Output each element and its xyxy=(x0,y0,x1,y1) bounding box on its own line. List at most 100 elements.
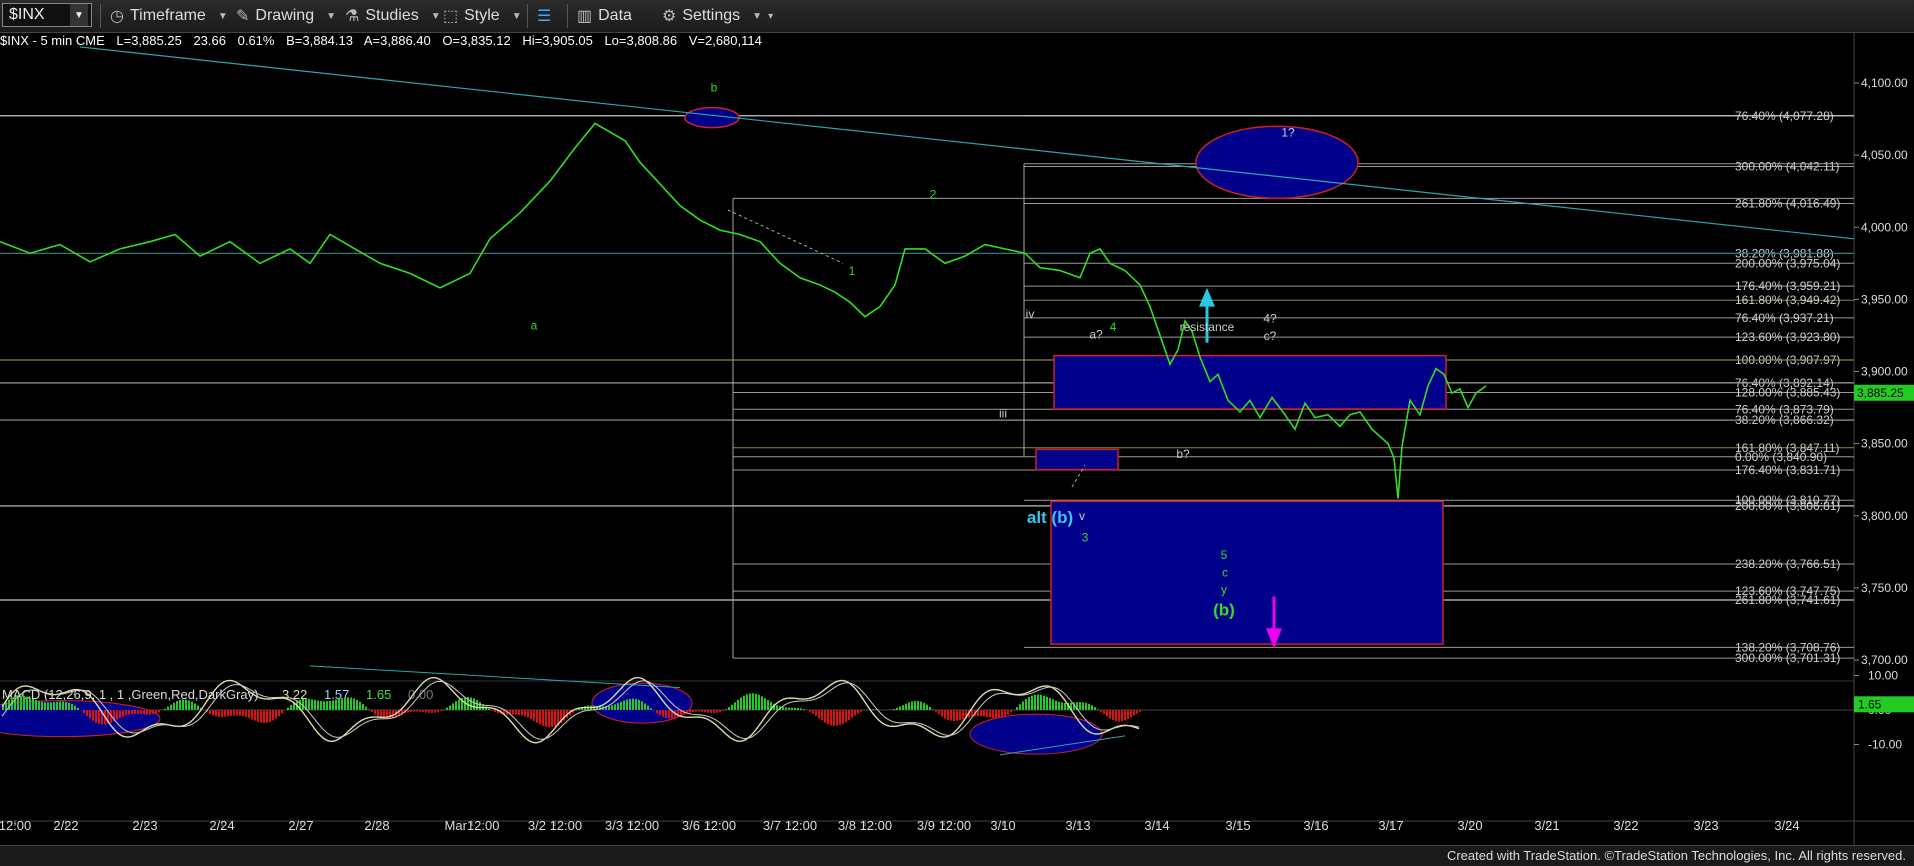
wave-label: b? xyxy=(1176,447,1190,461)
fib-level-label: 300.00% (3,701.31) xyxy=(1735,651,1840,665)
macd-histogram-bar xyxy=(128,710,130,715)
macd-histogram-bar xyxy=(242,710,244,717)
macd-histogram-bar xyxy=(812,710,814,714)
macd-histogram-bar xyxy=(218,710,220,717)
macd-histogram-bar xyxy=(905,703,907,710)
macd-histogram-bar xyxy=(1136,710,1138,714)
macd-histogram-bar xyxy=(983,710,985,717)
macd-histogram-bar xyxy=(146,710,148,715)
fib-level-label: 76.40% (3,937.21) xyxy=(1735,311,1834,325)
macd-histogram-bar xyxy=(1001,710,1003,718)
macd-histogram-bar xyxy=(29,697,31,710)
macd-histogram-bar xyxy=(1046,696,1048,710)
fib-level-label: 176.40% (3,831.71) xyxy=(1735,463,1840,477)
price-axis-label: 3,850.00 xyxy=(1861,437,1908,451)
macd-histogram-bar xyxy=(1079,702,1081,710)
macd-histogram-bar xyxy=(431,710,433,714)
macd-histogram-bar xyxy=(833,710,835,726)
macd-histogram-bar xyxy=(488,708,490,710)
gear-icon: ⚙ xyxy=(662,8,677,25)
macd-histogram-bar xyxy=(434,710,436,713)
macd-histogram-bar xyxy=(362,704,364,710)
style-icon: ⬚ xyxy=(443,8,459,25)
target-box-lower xyxy=(1050,500,1444,645)
macd-histogram-bar xyxy=(164,708,166,710)
macd-histogram-bar xyxy=(617,703,619,710)
chevron-down-icon[interactable]: ▼ xyxy=(70,4,88,26)
macd-histogram-bar xyxy=(98,710,100,724)
macd-histogram-bar xyxy=(1103,710,1105,715)
macd-histogram-bar xyxy=(278,710,280,717)
macd-histogram-bar xyxy=(245,710,247,718)
macd-current-label: 1.65 xyxy=(1858,697,1882,711)
macd-histogram-bar xyxy=(479,702,481,710)
studies-button[interactable]: ⚗ Studies ▼ xyxy=(345,4,441,28)
macd-histogram-bar xyxy=(494,710,496,713)
toolbar-divider xyxy=(100,4,101,28)
macd-histogram-bar xyxy=(473,698,475,710)
macd-histogram-bar xyxy=(173,702,175,710)
macd-axis-label: 10.00 xyxy=(1868,669,1898,683)
macd-histogram-bar xyxy=(608,705,610,710)
timeframe-button[interactable]: ◷ Timeframe ▼ xyxy=(110,4,228,28)
macd-histogram-bar xyxy=(272,710,274,721)
settings-button[interactable]: ⚙ Settings ▼ ▾ xyxy=(662,4,773,28)
macd-histogram-bar xyxy=(1133,710,1135,716)
macd-histogram-bar xyxy=(548,710,550,728)
style-button[interactable]: ⬚ Style ▼ xyxy=(443,4,522,28)
macd-histogram-bar xyxy=(839,710,841,726)
macd-histogram-bar xyxy=(518,710,520,715)
toolbar-divider xyxy=(567,4,568,28)
macd-histogram-bar xyxy=(230,710,232,716)
macd-histogram-bar xyxy=(329,700,331,710)
macd-histogram-bar xyxy=(347,697,349,710)
macd-histogram-bar xyxy=(191,701,193,710)
macd-histogram-bar xyxy=(449,705,451,710)
macd-histogram-bar xyxy=(158,710,160,713)
macd-histogram-bar xyxy=(764,698,766,710)
time-axis-label: 3/6 12:00 xyxy=(682,818,736,833)
time-axis-label: 3/17 xyxy=(1378,818,1403,833)
time-axis-label: 3/23 xyxy=(1693,818,1718,833)
macd-histogram-bar xyxy=(233,710,235,716)
price-chart[interactable]: 76.40% (4,077.28)300.00% (4,042.11)261.8… xyxy=(0,33,1914,845)
chevron-down-icon: ▼ xyxy=(326,10,336,22)
macd-histogram-bar xyxy=(1010,710,1012,713)
macd-histogram-bar xyxy=(620,701,622,710)
macd-histogram-bar xyxy=(542,710,544,726)
wave-label: iii xyxy=(999,407,1007,421)
data-button[interactable]: ▥ Data xyxy=(577,4,632,28)
macd-histogram-bar xyxy=(428,710,430,713)
macd-histogram-bar xyxy=(533,710,535,721)
macd-histogram-bar xyxy=(908,702,910,710)
fib-level-label: 176.40% (3,959.21) xyxy=(1735,279,1840,293)
time-axis-label: 3/10 xyxy=(990,818,1015,833)
macd-histogram-bar xyxy=(947,710,949,720)
macd-histogram-bar xyxy=(623,700,625,710)
macd-histogram-bar xyxy=(1058,701,1060,710)
macd-histogram-bar xyxy=(797,707,799,710)
drawing-button[interactable]: ✎ Drawing ▼ xyxy=(236,4,336,28)
macd-histogram-bar xyxy=(287,707,289,710)
macd-histogram-bar xyxy=(89,710,91,719)
macd-histogram-bar xyxy=(938,710,940,715)
layout-button[interactable]: ☰ xyxy=(537,4,557,28)
macd-histogram-bar xyxy=(389,710,391,720)
macd-histogram-bar xyxy=(143,710,145,715)
macd-histogram-bar xyxy=(290,705,292,710)
macd-histogram-bar xyxy=(629,698,631,710)
macd-histogram-bar xyxy=(413,710,415,712)
symbol-input[interactable]: $INX ▼ xyxy=(2,3,92,27)
macd-histogram-bar xyxy=(263,710,265,723)
macd-histogram-bar xyxy=(41,701,43,710)
macd-histogram-bar xyxy=(851,710,853,718)
up-arrow-icon xyxy=(1199,287,1215,307)
price-axis-label: 3,700.00 xyxy=(1861,653,1908,667)
macd-histogram-bar xyxy=(1118,710,1120,722)
macd-histogram-bar xyxy=(710,710,712,713)
time-axis-label: 3/2 12:00 xyxy=(528,818,582,833)
macd-histogram-bar xyxy=(197,705,199,710)
macd-histogram-bar xyxy=(248,710,250,719)
macd-histogram-bar xyxy=(611,705,613,710)
macd-histogram-bar xyxy=(827,710,829,725)
